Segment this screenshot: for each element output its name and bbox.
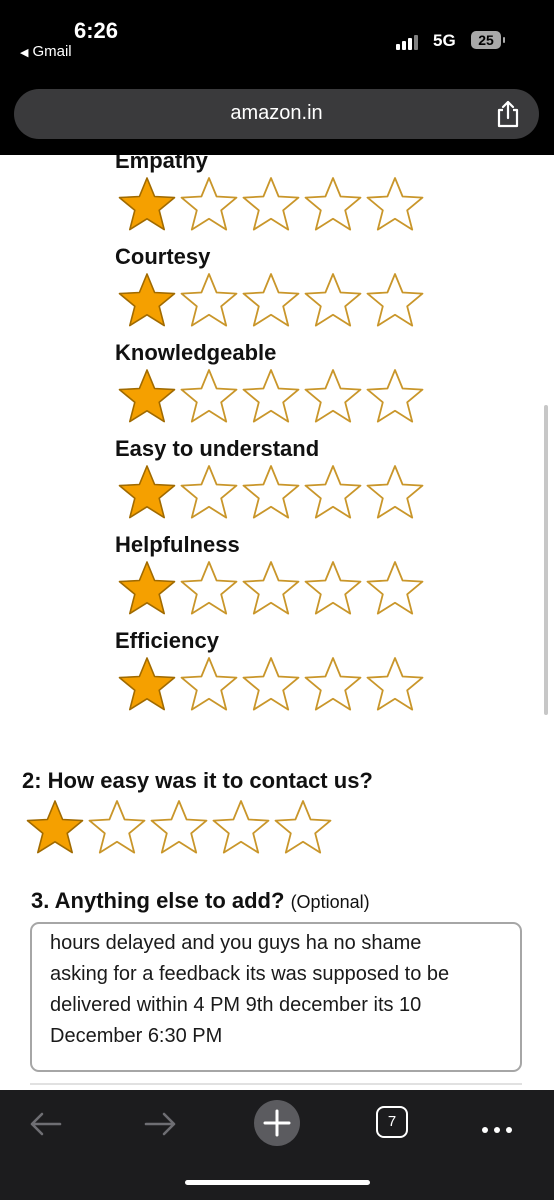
star-empty-icon[interactable] bbox=[178, 367, 240, 427]
back-app-label: Gmail bbox=[32, 43, 72, 60]
star-empty-icon[interactable] bbox=[178, 271, 240, 331]
question-2-star-rating[interactable] bbox=[24, 798, 334, 858]
star-empty-icon[interactable] bbox=[302, 655, 364, 715]
star-empty-icon[interactable] bbox=[240, 463, 302, 523]
cellular-signal-icon bbox=[396, 32, 426, 50]
battery-nub bbox=[503, 37, 505, 43]
comment-line: asking for a feedback its was supposed t… bbox=[50, 963, 450, 985]
star-empty-icon[interactable] bbox=[178, 655, 240, 715]
home-indicator bbox=[185, 1180, 370, 1185]
star-empty-icon[interactable] bbox=[178, 463, 240, 523]
star-empty-icon[interactable] bbox=[272, 798, 334, 858]
star-empty-icon[interactable] bbox=[240, 175, 302, 235]
star-empty-icon[interactable] bbox=[302, 559, 364, 619]
rating-attribute-label: Efficiency bbox=[115, 628, 219, 653]
rating-attribute-label: Empathy bbox=[115, 155, 208, 173]
star-empty-icon[interactable] bbox=[148, 798, 210, 858]
star-filled-icon[interactable] bbox=[116, 559, 178, 619]
address-bar[interactable]: amazon.in bbox=[14, 89, 539, 139]
browser-top-bar: 6:26 ◀ Gmail 5G 25 amazon.in bbox=[0, 0, 554, 155]
rating-attribute-label: Easy to understand bbox=[115, 436, 320, 461]
feedback-page: Empathy Courtesy Knowledgeable Easy to unde… bbox=[0, 155, 554, 1090]
star-filled-icon[interactable] bbox=[116, 175, 178, 235]
scroll-indicator[interactable] bbox=[544, 405, 548, 715]
tab-count-button[interactable]: 7 bbox=[376, 1106, 408, 1138]
question-3-label: 3. Anything else to add? bbox=[31, 888, 285, 913]
arrow-right-icon[interactable] bbox=[142, 1104, 178, 1144]
star-empty-icon[interactable] bbox=[364, 175, 426, 235]
star-rating-row[interactable] bbox=[116, 655, 426, 715]
star-rating-row[interactable] bbox=[116, 175, 426, 235]
star-filled-icon[interactable] bbox=[116, 655, 178, 715]
comment-text: ~~~~~~~~~~~~~~~~~~~~~~~~~~~~~~~ hours de… bbox=[50, 924, 518, 1052]
star-empty-icon[interactable] bbox=[302, 367, 364, 427]
star-empty-icon[interactable] bbox=[302, 175, 364, 235]
star-empty-icon[interactable] bbox=[364, 271, 426, 331]
star-empty-icon[interactable] bbox=[364, 655, 426, 715]
star-rating-row[interactable] bbox=[116, 367, 426, 427]
star-empty-icon[interactable] bbox=[302, 271, 364, 331]
star-empty-icon[interactable] bbox=[364, 463, 426, 523]
star-rating-row[interactable] bbox=[116, 559, 426, 619]
star-filled-icon[interactable] bbox=[24, 798, 86, 858]
back-triangle-icon: ◀ bbox=[20, 47, 29, 59]
star-empty-icon[interactable] bbox=[178, 559, 240, 619]
plus-icon bbox=[263, 1109, 291, 1137]
star-empty-icon[interactable] bbox=[302, 463, 364, 523]
comment-textarea[interactable]: ~~~~~~~~~~~~~~~~~~~~~~~~~~~~~~~ hours de… bbox=[30, 922, 522, 1072]
star-empty-icon[interactable] bbox=[240, 655, 302, 715]
star-filled-icon[interactable] bbox=[116, 367, 178, 427]
battery-icon: 25 bbox=[471, 31, 501, 49]
star-empty-icon[interactable] bbox=[240, 559, 302, 619]
star-filled-icon[interactable] bbox=[116, 271, 178, 331]
rating-attribute-label: Helpfulness bbox=[115, 532, 240, 557]
new-tab-button[interactable] bbox=[254, 1100, 300, 1146]
star-filled-icon[interactable] bbox=[116, 463, 178, 523]
optional-label: (Optional) bbox=[290, 892, 370, 912]
question-2-title: 2: How easy was it to contact us? bbox=[22, 768, 373, 793]
star-empty-icon[interactable] bbox=[364, 559, 426, 619]
share-icon[interactable] bbox=[494, 99, 522, 129]
star-empty-icon[interactable] bbox=[364, 367, 426, 427]
comment-line-cut: ~~~~~~~~~~~~~~~~~~~~~~~~~~~~~~~ bbox=[50, 924, 518, 928]
comment-line: hours delayed and you guys ha no shame bbox=[50, 932, 422, 954]
question-3-title: 3. Anything else to add? (Optional) bbox=[31, 888, 370, 914]
star-empty-icon[interactable] bbox=[240, 367, 302, 427]
star-rating-row[interactable] bbox=[116, 463, 426, 523]
rating-attribute-label: Knowledgeable bbox=[115, 340, 277, 365]
star-empty-icon[interactable] bbox=[86, 798, 148, 858]
section-divider bbox=[30, 1083, 522, 1085]
arrow-left-icon[interactable] bbox=[28, 1104, 64, 1144]
rating-attribute-label: Courtesy bbox=[115, 244, 211, 269]
star-empty-icon[interactable] bbox=[178, 175, 240, 235]
comment-line: December 6:30 PM bbox=[50, 1025, 223, 1047]
network-type: 5G bbox=[433, 31, 456, 50]
comment-line: delivered within 4 PM 9th december its 1… bbox=[50, 994, 422, 1016]
back-to-app-link[interactable]: ◀ Gmail bbox=[20, 43, 72, 60]
status-time: 6:26 bbox=[74, 18, 119, 43]
star-rating-row[interactable] bbox=[116, 271, 426, 331]
ellipsis-icon[interactable] bbox=[482, 1120, 518, 1138]
star-empty-icon[interactable] bbox=[210, 798, 272, 858]
url-text[interactable]: amazon.in bbox=[14, 102, 539, 125]
star-empty-icon[interactable] bbox=[240, 271, 302, 331]
